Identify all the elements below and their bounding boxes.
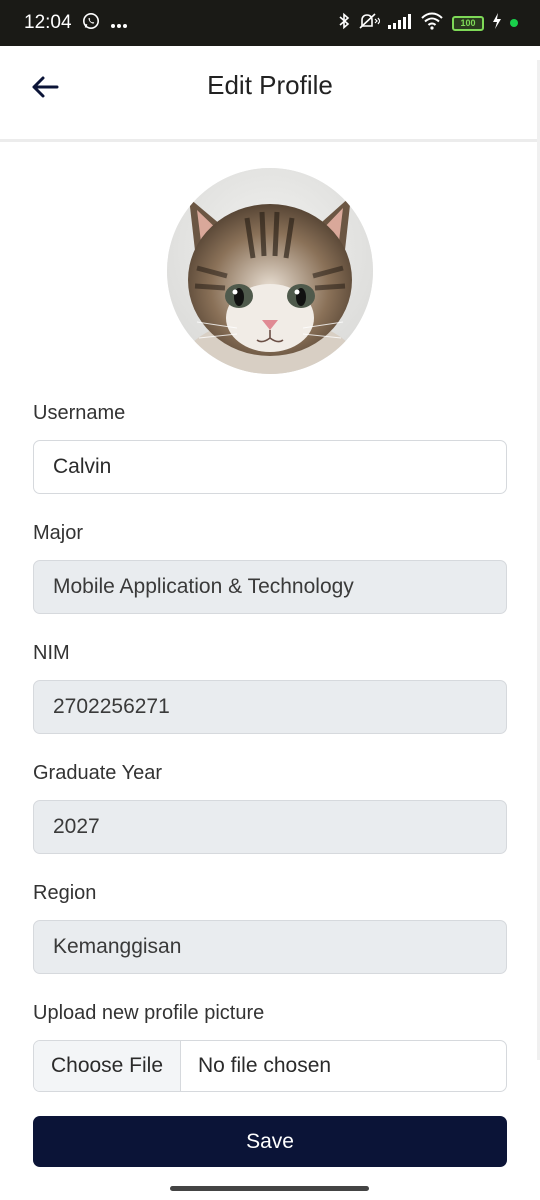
username-input[interactable] — [53, 455, 506, 479]
battery-icon: 100 — [452, 15, 484, 31]
choose-file-button[interactable]: Choose File — [34, 1041, 181, 1091]
file-status-text: No file chosen — [198, 1054, 332, 1077]
status-time: 12:04 — [24, 12, 72, 33]
save-button[interactable]: Save — [33, 1116, 507, 1167]
profile-avatar — [167, 168, 373, 374]
charging-dot — [510, 19, 518, 27]
region-field: Kemanggisan — [33, 920, 507, 974]
username-label: Username — [33, 402, 126, 424]
nim-label: NIM — [33, 642, 70, 664]
file-upload-field[interactable]: Choose File No file chosen — [33, 1040, 507, 1092]
status-left: 12:04 — [24, 12, 128, 35]
page-title: Edit Profile — [207, 70, 333, 100]
app-header: Edit Profile — [0, 46, 540, 142]
more-icon — [110, 13, 128, 34]
bluetooth-icon — [338, 12, 350, 34]
username-field[interactable] — [33, 440, 507, 494]
status-right: 100 — [338, 12, 518, 34]
mute-vibrate-icon — [358, 12, 381, 34]
wifi-icon — [420, 12, 444, 34]
major-label: Major — [33, 522, 84, 544]
upload-label: Upload new profile picture — [33, 1002, 265, 1024]
cat-avatar — [167, 168, 373, 374]
status-bar: 12:04 100 — [0, 0, 540, 46]
major-field: Mobile Application & Technology — [33, 560, 507, 614]
whatsapp-icon — [82, 12, 100, 35]
home-indicator[interactable] — [170, 1186, 369, 1191]
edit-profile-form: Username Major Mobile Application & Tech… — [33, 396, 507, 1092]
region-label: Region — [33, 882, 97, 904]
charging-icon — [492, 13, 502, 33]
graduate-year-label: Graduate Year — [33, 762, 162, 784]
graduate-year-field: 2027 — [33, 800, 507, 854]
signal-icon — [388, 13, 412, 33]
nim-field: 2702256271 — [33, 680, 507, 734]
